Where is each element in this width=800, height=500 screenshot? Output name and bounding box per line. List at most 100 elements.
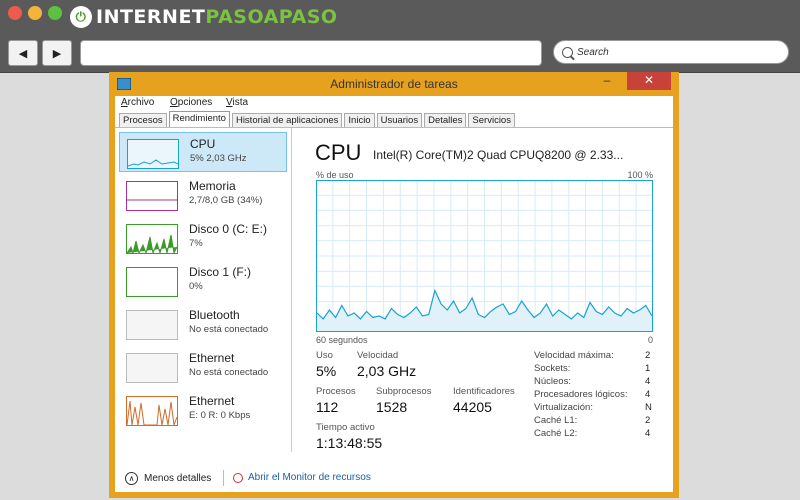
- resource-item-disco-0[interactable]: Disco 0 (C: E:) 7%: [119, 218, 287, 258]
- ethernet1-thumbnail: [126, 353, 178, 383]
- resource-detail: 0%: [189, 281, 203, 292]
- metric-label-velocidad: Velocidad: [357, 350, 399, 361]
- power-icon: ⏻: [70, 6, 92, 28]
- search-placeholder: Search: [577, 46, 609, 58]
- disk0-thumbnail: [126, 224, 178, 254]
- window-title: Administrador de tareas: [330, 77, 458, 91]
- resource-name: Disco 0 (C: E:): [189, 222, 268, 236]
- resource-item-memoria[interactable]: Memoria 2,7/8,0 GB (34%): [119, 175, 287, 215]
- tab-historial[interactable]: Historial de aplicaciones: [231, 113, 343, 128]
- spec-label: Caché L1:: [534, 415, 578, 426]
- tab-rendimiento[interactable]: Rendimiento: [168, 111, 230, 128]
- metric-label-identificadores: Identificadores: [453, 386, 515, 397]
- metric-value-identificadores: 44205: [453, 399, 492, 415]
- metric-label-subprocesos: Subprocesos: [376, 386, 432, 397]
- spec-value: 4: [645, 376, 651, 387]
- forward-button[interactable]: ▶: [42, 40, 72, 66]
- resource-list: CPU 5% 2,03 GHz Memoria 2,7/8,0 GB (34%)…: [115, 128, 292, 452]
- browser-toolbar: ⏻ INTERNET PASOAPASO ◀ ▶ Search: [0, 0, 800, 73]
- spec-label: Sockets:: [534, 363, 571, 374]
- resource-item-ethernet-1[interactable]: Ethernet No está conectado: [119, 347, 287, 387]
- ethernet2-thumbnail: [126, 396, 178, 426]
- close-button[interactable]: ✕: [627, 72, 671, 90]
- tab-inicio[interactable]: Inicio: [344, 113, 375, 128]
- resource-detail: No está conectado: [189, 367, 269, 378]
- resource-name: Memoria: [189, 179, 236, 193]
- resource-detail: No está conectado: [189, 324, 269, 335]
- brand-accent-text: PASOAPASO: [205, 6, 338, 28]
- cpu-model: Intel(R) Core(TM)2 Quad CPUQ8200 @ 2.33.…: [373, 148, 624, 162]
- fewer-details-link[interactable]: ∧ Menos detalles: [125, 472, 211, 485]
- resource-item-disco-1[interactable]: Disco 1 (F:) 0%: [119, 261, 287, 301]
- cpu-usage-graph: [316, 180, 653, 332]
- menu-vista[interactable]: Vista: [226, 97, 248, 108]
- cpu-thumbnail: [127, 139, 179, 169]
- cpu-sparkline: [128, 159, 178, 167]
- menu-bar: Archivo Opciones Vista: [115, 96, 673, 110]
- resource-item-ethernet-2[interactable]: Ethernet E: 0 R: 0 Kbps: [119, 390, 287, 430]
- open-resource-monitor-label: Abrir el Monitor de recursos: [248, 472, 371, 483]
- panel-title: CPU: [315, 140, 362, 165]
- resource-name: Ethernet: [189, 394, 235, 408]
- resource-detail: 7%: [189, 238, 203, 249]
- disk0-sparkline-line: [127, 234, 177, 253]
- ethernet2-sparkline-line: [127, 400, 177, 425]
- spec-value: 2: [645, 415, 651, 426]
- close-icon: ✕: [643, 73, 655, 87]
- spec-label: Caché L2:: [534, 428, 578, 439]
- ethernet2-sparkline: [127, 400, 177, 425]
- footer-bar: ∧ Menos detalles Abrir el Monitor de rec…: [115, 466, 673, 492]
- metric-value-velocidad: 2,03 GHz: [357, 363, 417, 379]
- graph-xlabel: 60 segundos: [316, 335, 368, 345]
- disk1-thumbnail: [126, 267, 178, 297]
- cpu-detail-panel: CPU Intel(R) Core(TM)2 Quad CPUQ8200 @ 2…: [295, 128, 673, 452]
- task-manager-window: Administrador de tareas – ✕ Archivo Opci…: [109, 72, 679, 498]
- tab-procesos[interactable]: Procesos: [119, 113, 167, 128]
- spec-label: Procesadores lógicos:: [534, 389, 628, 400]
- forward-icon: ▶: [52, 47, 62, 60]
- minimize-button[interactable]: –: [595, 72, 619, 90]
- spec-label: Velocidad máxima:: [534, 350, 614, 361]
- resource-name: Disco 1 (F:): [189, 265, 252, 279]
- metric-value-tiempo-activo: 1:13:48:55: [316, 435, 383, 451]
- cpu-sparkline-line: [128, 159, 178, 167]
- resource-item-bluetooth[interactable]: Bluetooth No está conectado: [119, 304, 287, 344]
- resource-item-cpu[interactable]: CPU 5% 2,03 GHz: [119, 132, 287, 172]
- tab-strip: Procesos Rendimiento Historial de aplica…: [119, 111, 517, 128]
- close-window-dot[interactable]: [8, 6, 22, 20]
- open-resource-monitor-link[interactable]: Abrir el Monitor de recursos: [233, 472, 371, 483]
- spec-label: Virtualización:: [534, 402, 593, 413]
- spec-value: 4: [645, 428, 651, 439]
- resource-detail: 5% 2,03 GHz: [190, 153, 247, 164]
- maximize-window-dot[interactable]: [48, 6, 62, 20]
- tab-usuarios[interactable]: Usuarios: [376, 113, 423, 128]
- graph-xmin: 0: [647, 335, 653, 345]
- back-icon: ◀: [18, 47, 28, 60]
- bluetooth-thumbnail: [126, 310, 178, 340]
- metric-label-tiempo-activo: Tiempo activo: [316, 422, 375, 433]
- minimize-window-dot[interactable]: [28, 6, 42, 20]
- tab-servicios[interactable]: Servicios: [468, 113, 515, 128]
- search-input[interactable]: Search: [553, 40, 789, 64]
- graph-ylabel: % de uso: [316, 170, 354, 180]
- menu-opciones[interactable]: Opciones: [170, 97, 212, 108]
- disk0-sparkline: [127, 234, 177, 253]
- spec-value: 1: [645, 363, 651, 374]
- search-icon: [562, 46, 573, 58]
- back-button[interactable]: ◀: [8, 40, 38, 66]
- site-logo: ⏻ INTERNET PASOAPASO: [70, 4, 338, 30]
- spec-value: 4: [645, 389, 651, 400]
- address-bar[interactable]: [80, 40, 542, 66]
- memory-thumbnail: [126, 181, 178, 211]
- chevron-up-icon: ∧: [125, 472, 138, 485]
- resource-name: CPU: [190, 137, 216, 151]
- resource-name: Ethernet: [189, 351, 235, 365]
- spec-value: N: [645, 402, 652, 413]
- metric-label-procesos: Procesos: [316, 386, 356, 397]
- menu-archivo[interactable]: Archivo: [121, 97, 154, 108]
- memory-sparkline: [127, 199, 177, 201]
- metric-value-uso: 5%: [316, 363, 337, 379]
- footer-divider: [223, 470, 224, 486]
- metric-value-subprocesos: 1528: [376, 399, 408, 415]
- tab-detalles[interactable]: Detalles: [424, 113, 467, 128]
